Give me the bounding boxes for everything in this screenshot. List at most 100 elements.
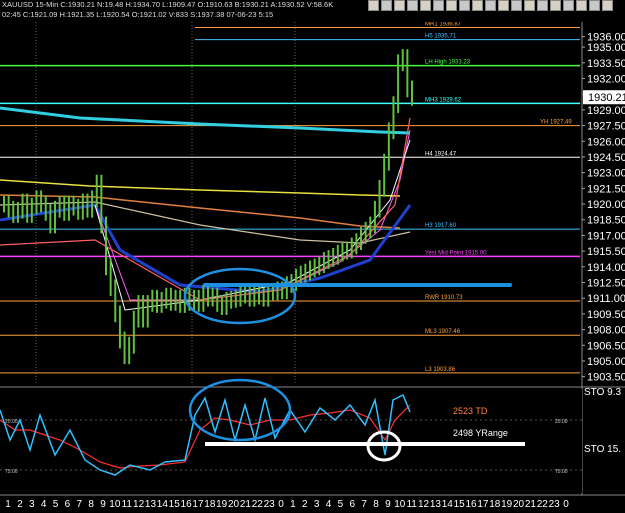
- chart-header: XAUUSD 15-Min C:1930.21 N:19.48 H:1934.7…: [0, 0, 625, 22]
- time-tick-label: 11: [122, 499, 133, 510]
- ellipse-icon[interactable]: [563, 0, 574, 11]
- arrow2-icon[interactable]: [537, 0, 548, 11]
- box-icon[interactable]: [550, 0, 561, 11]
- time-tick-label: 15: [454, 499, 466, 510]
- time-tick-label: 1: [290, 499, 296, 510]
- channel-icon[interactable]: [420, 0, 431, 11]
- price-tick-label: 1927.50: [587, 121, 625, 133]
- price-chart[interactable]: 1936.001935.001933.501932.001930.501929.…: [0, 0, 625, 513]
- drawing-toolbar: [368, 0, 613, 11]
- time-tick-label: 3: [314, 499, 320, 510]
- price-tick-label: 1924.50: [587, 152, 625, 164]
- draw-icon[interactable]: [485, 0, 496, 11]
- time-tick-label: 16: [465, 499, 477, 510]
- erase-icon[interactable]: [498, 0, 509, 11]
- time-tick-label: 14: [157, 499, 169, 510]
- time-tick-label: 5: [338, 499, 344, 510]
- time-tick-label: 15: [169, 499, 181, 510]
- ohlc-readout: XAUUSD 15-Min C:1930.21 N:19.48 H:1934.7…: [2, 0, 334, 9]
- sto-annotation: 2523 TD: [453, 406, 488, 416]
- price-tick-label: 1909.50: [587, 309, 625, 321]
- time-tick-label: 23: [264, 499, 276, 510]
- price-tick-label: 1933.50: [587, 58, 625, 70]
- price-tick-label: 1903.50: [587, 372, 625, 384]
- level-label: RWR 1910.73: [425, 295, 463, 301]
- level-label: L3 1903.86: [425, 367, 456, 373]
- level-label: ML3 1907.46: [425, 329, 461, 335]
- line-icon[interactable]: [394, 0, 405, 11]
- time-tick-label: 9: [100, 499, 106, 510]
- price-tick-label: 1914.00: [587, 262, 625, 274]
- arrow-icon[interactable]: [368, 0, 379, 11]
- level-label: MR1 1936.87: [425, 22, 462, 28]
- price-ticks: 1936.001935.001933.501932.001930.501929.…: [582, 32, 625, 384]
- level-label: LH High 1933.23: [425, 60, 471, 66]
- close-icon[interactable]: [602, 0, 613, 11]
- price-tick-label: 1917.00: [587, 230, 625, 242]
- time-tick-label: 2: [17, 499, 23, 510]
- price-tick-label: 1911.00: [587, 293, 625, 305]
- sto-right-label: STO 15.: [584, 444, 621, 455]
- time-tick-label: 3: [29, 499, 35, 510]
- time-tick-label: 21: [525, 499, 537, 510]
- level-label: H4 1924.47: [425, 151, 457, 157]
- time-tick-label: 7: [361, 499, 367, 510]
- sto-right-label: STO 9.3: [584, 387, 621, 398]
- bar-readout: 02:45 C:1921.09 H:1921.35 L:1920.54 O:19…: [2, 10, 274, 19]
- time-tick-label: 4: [41, 499, 47, 510]
- price-tick-label: 1906.50: [587, 340, 625, 352]
- fib-icon[interactable]: [433, 0, 444, 11]
- time-tick-label: 19: [501, 499, 513, 510]
- stochastic-panel: [0, 389, 582, 493]
- price-tick-label: 1920.00: [587, 199, 625, 211]
- text-icon[interactable]: [446, 0, 457, 11]
- sto-axis-label: 25.00: [555, 419, 568, 425]
- price-tick-label: 1929.00: [587, 105, 625, 117]
- time-tick-label: 6: [350, 499, 356, 510]
- time-tick-label: 22: [252, 499, 264, 510]
- time-tick-label: 11: [406, 499, 417, 510]
- time-tick-label: 16: [181, 499, 193, 510]
- cross-icon[interactable]: [381, 0, 392, 11]
- vline-icon[interactable]: [524, 0, 535, 11]
- price-tick-label: 1905.00: [587, 356, 625, 368]
- price-tick-label: 1921.50: [587, 183, 625, 195]
- time-tick-label: 10: [109, 499, 121, 510]
- level-label: YH 1927.49: [540, 120, 572, 126]
- pan-icon[interactable]: [472, 0, 483, 11]
- time-tick-label: 0: [563, 499, 569, 510]
- time-tick-label: 12: [133, 499, 145, 510]
- sto-annotation: 2498 YRange: [453, 428, 508, 438]
- time-tick-label: 13: [430, 499, 442, 510]
- last-price-label: 1930.21: [588, 92, 625, 104]
- price-tick-label: 1935.00: [587, 42, 625, 54]
- time-tick-label: 10: [394, 499, 406, 510]
- time-tick-label: 14: [442, 499, 454, 510]
- price-tick-label: 1912.50: [587, 278, 625, 290]
- time-tick-label: 9: [385, 499, 391, 510]
- time-tick-label: 22: [537, 499, 549, 510]
- time-tick-label: 6: [65, 499, 71, 510]
- time-tick-label: 5: [53, 499, 59, 510]
- time-tick-label: 21: [240, 499, 252, 510]
- time-tick-label: 0: [278, 499, 284, 510]
- price-tick-label: 1923.00: [587, 168, 625, 180]
- price-tick-label: 1932.00: [587, 73, 625, 85]
- time-tick-label: 17: [477, 499, 489, 510]
- time-tick-label: 17: [192, 499, 204, 510]
- time-tick-label: 13: [145, 499, 157, 510]
- time-tick-label: 8: [88, 499, 94, 510]
- price-tick-label: 1926.00: [587, 136, 625, 148]
- time-tick-label: 8: [373, 499, 379, 510]
- time-tick-label: 1: [5, 499, 11, 510]
- time-tick-label: 18: [204, 499, 216, 510]
- ray-icon[interactable]: [407, 0, 418, 11]
- time-tick-label: 7: [76, 499, 82, 510]
- time-tick-label: 23: [549, 499, 561, 510]
- time-tick-label: 4: [326, 499, 332, 510]
- time-tick-label: 2: [302, 499, 308, 510]
- magnet-icon[interactable]: [576, 0, 587, 11]
- zoom-icon[interactable]: [459, 0, 470, 11]
- settings-icon[interactable]: [589, 0, 600, 11]
- hline-icon[interactable]: [511, 0, 522, 11]
